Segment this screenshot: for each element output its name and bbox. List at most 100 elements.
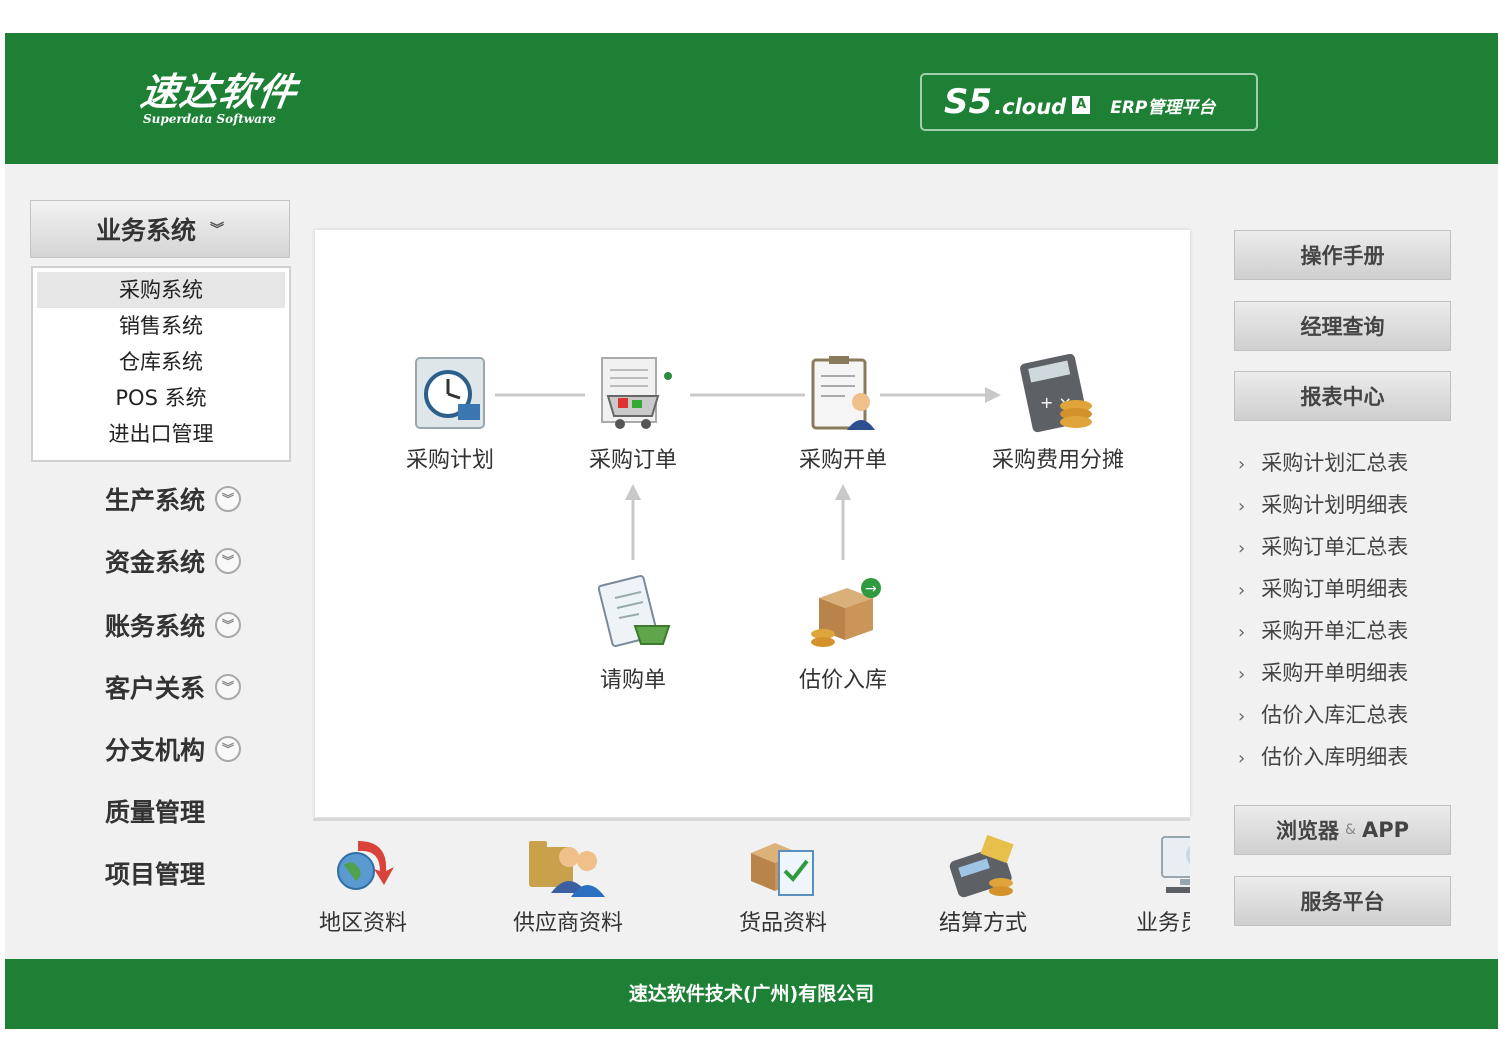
sidebar-group-business[interactable]: 业务系统 ︾ xyxy=(30,200,290,258)
flow-node-estimate-warehousing[interactable]: → 估价入库 xyxy=(783,574,903,694)
brand-cloud: .cloud xyxy=(994,95,1067,119)
report-link-label: 采购订单汇总表 xyxy=(1261,535,1409,559)
submenu-item-pos[interactable]: POS 系统 xyxy=(37,380,285,416)
flow-node-cost-allocation[interactable]: + × 采购费用分摊 xyxy=(983,353,1133,474)
flow-node-label: 采购开单 xyxy=(798,448,887,473)
report-link-label: 采购订单明细表 xyxy=(1261,577,1409,601)
sidebar-submenu: 采购系统 销售系统 仓库系统 POS 系统 进出口管理 xyxy=(31,266,291,462)
shopping-cart-document-icon xyxy=(588,354,678,434)
sidebar-group-production[interactable]: 生产系统 ︾ xyxy=(105,479,242,519)
chevron-right-icon: › xyxy=(1238,664,1246,685)
app-label: APP xyxy=(1361,818,1409,842)
flow-node-purchase-order[interactable]: 采购订单 xyxy=(573,354,693,474)
sidebar-group-label: 资金系统 xyxy=(105,548,206,577)
logo-text: 速达软件 xyxy=(137,69,301,114)
computer-monitor-icon xyxy=(1156,833,1190,899)
purchase-flow-panel: 采购计划 采购订单 采购开单 + × 采购费用分摊 请购单 → 估价入库 xyxy=(315,230,1190,817)
report-link-label: 采购计划明细表 xyxy=(1261,493,1409,517)
app-window: 速达软件 Superdata Software S5 .cloud A ERP管… xyxy=(5,33,1498,1029)
expand-circle-icon: ︾ xyxy=(215,736,242,762)
brand-a-badge: A xyxy=(1072,96,1091,114)
flow-node-label: 请购单 xyxy=(599,668,666,693)
report-link-label: 采购开单明细表 xyxy=(1261,661,1409,685)
boxes-coins-icon: → xyxy=(803,574,883,654)
report-link-order-detail[interactable]: › 采购订单明细表 xyxy=(1238,574,1408,604)
sidebar-group-funds[interactable]: 资金系统 ︾ xyxy=(105,541,242,581)
clipboard-basket-icon xyxy=(593,574,673,654)
sidebar-group-label: 生产系统 xyxy=(105,486,206,515)
manager-query-button[interactable]: 经理查询 xyxy=(1234,301,1451,351)
shortcut-label: 结算方式 xyxy=(938,911,1027,936)
folder-people-icon xyxy=(525,833,611,899)
sidebar-group-label: 客户关系 xyxy=(105,674,206,703)
globe-arrow-icon xyxy=(328,833,398,899)
footer-company: 速达软件技术(广州)有限公司 xyxy=(5,959,1498,1029)
report-link-invoice-detail[interactable]: › 采购开单明细表 xyxy=(1238,658,1408,688)
calculator-coins-icon: + × xyxy=(1018,353,1098,434)
report-link-estimate-summary[interactable]: › 估价入库汇总表 xyxy=(1238,700,1408,730)
sidebar-group-label: 分支机构 xyxy=(105,736,206,765)
submenu-item-purchase[interactable]: 采购系统 xyxy=(37,272,285,308)
shortcut-supplier-data[interactable]: 供应商资料 xyxy=(503,833,633,937)
chevron-right-icon: › xyxy=(1238,706,1246,727)
report-link-label: 采购开单汇总表 xyxy=(1261,619,1409,643)
expand-circle-icon: ︾ xyxy=(215,612,242,638)
sidebar-group-accounting[interactable]: 账务系统 ︾ xyxy=(105,605,242,645)
logo-subtext: Superdata Software xyxy=(143,112,276,126)
clock-calendar-icon xyxy=(410,354,490,434)
sidebar-group-label: 业务系统 xyxy=(95,216,196,245)
card-terminal-icon xyxy=(943,833,1023,899)
submenu-item-import-export[interactable]: 进出口管理 xyxy=(37,416,285,452)
chevron-right-icon: › xyxy=(1238,748,1246,769)
browser-label: 浏览器 xyxy=(1276,819,1340,843)
flow-node-purchase-invoice[interactable]: 采购开单 xyxy=(783,354,903,474)
manual-button[interactable]: 操作手册 xyxy=(1234,230,1451,280)
shortcut-label: 货品资料 xyxy=(738,911,827,936)
expand-circle-icon: ︾ xyxy=(215,674,242,700)
submenu-item-sales[interactable]: 销售系统 xyxy=(37,308,285,344)
sidebar-group-quality[interactable]: 质量管理 xyxy=(105,791,205,831)
chevron-right-icon: › xyxy=(1238,622,1246,643)
flow-node-purchase-plan[interactable]: 采购计划 xyxy=(390,354,510,474)
chevron-right-icon: › xyxy=(1238,580,1246,601)
double-chevron-down-icon: ︾ xyxy=(210,222,224,238)
expand-circle-icon: ︾ xyxy=(215,486,242,512)
flow-node-label: 采购费用分摊 xyxy=(991,448,1124,473)
report-link-label: 采购计划汇总表 xyxy=(1261,451,1409,475)
report-link-invoice-summary[interactable]: › 采购开单汇总表 xyxy=(1238,616,1408,646)
report-link-order-summary[interactable]: › 采购订单汇总表 xyxy=(1238,532,1408,562)
sidebar-group-crm[interactable]: 客户关系 ︾ xyxy=(105,667,242,707)
report-link-estimate-detail[interactable]: › 估价入库明细表 xyxy=(1238,742,1408,772)
header-bar: 速达软件 Superdata Software S5 .cloud A ERP管… xyxy=(5,33,1498,164)
report-center-button[interactable]: 报表中心 xyxy=(1234,371,1451,421)
product-badge: S5 .cloud A ERP管理平台 xyxy=(920,73,1258,131)
chevron-right-icon: › xyxy=(1238,496,1246,517)
ampersand-label: & xyxy=(1345,822,1356,838)
shortcut-label: 业务员资料 xyxy=(1135,911,1190,936)
flow-node-purchase-request[interactable]: 请购单 xyxy=(573,574,693,694)
expand-circle-icon: ︾ xyxy=(215,548,242,574)
report-link-plan-detail[interactable]: › 采购计划明细表 xyxy=(1238,490,1408,520)
submenu-item-warehouse[interactable]: 仓库系统 xyxy=(37,344,285,380)
flow-node-label: 采购订单 xyxy=(588,448,677,473)
brand-platform-text: ERP管理平台 xyxy=(1110,97,1216,118)
sidebar-group-branches[interactable]: 分支机构 ︾ xyxy=(105,729,242,769)
shortcut-settlement-method[interactable]: 结算方式 xyxy=(933,833,1033,937)
brand-s5: S5 xyxy=(944,82,993,122)
superdata-logo: 速达软件 Superdata Software xyxy=(137,69,301,126)
sidebar-group-label: 项目管理 xyxy=(105,860,206,889)
shortcut-region-data[interactable]: 地区资料 xyxy=(313,833,413,937)
basic-data-strip: 地区资料 供应商资料 货品资料 结算方式 业务 xyxy=(313,818,1190,958)
flow-node-label: 采购计划 xyxy=(405,448,494,473)
shortcut-salesperson-data[interactable]: 业务员资料 xyxy=(1131,833,1190,937)
sidebar-group-label: 账务系统 xyxy=(105,612,206,641)
browser-app-button[interactable]: 浏览器 & APP xyxy=(1234,805,1451,855)
strip-divider xyxy=(313,818,1190,821)
sidebar-group-label: 质量管理 xyxy=(105,798,206,827)
shortcut-goods-data[interactable]: 货品资料 xyxy=(733,833,833,937)
svg-text:→: → xyxy=(865,581,877,597)
shortcut-label: 供应商资料 xyxy=(512,911,623,936)
service-platform-button[interactable]: 服务平台 xyxy=(1234,876,1451,926)
sidebar-group-projects[interactable]: 项目管理 xyxy=(105,853,205,893)
report-link-plan-summary[interactable]: › 采购计划汇总表 xyxy=(1238,448,1408,478)
